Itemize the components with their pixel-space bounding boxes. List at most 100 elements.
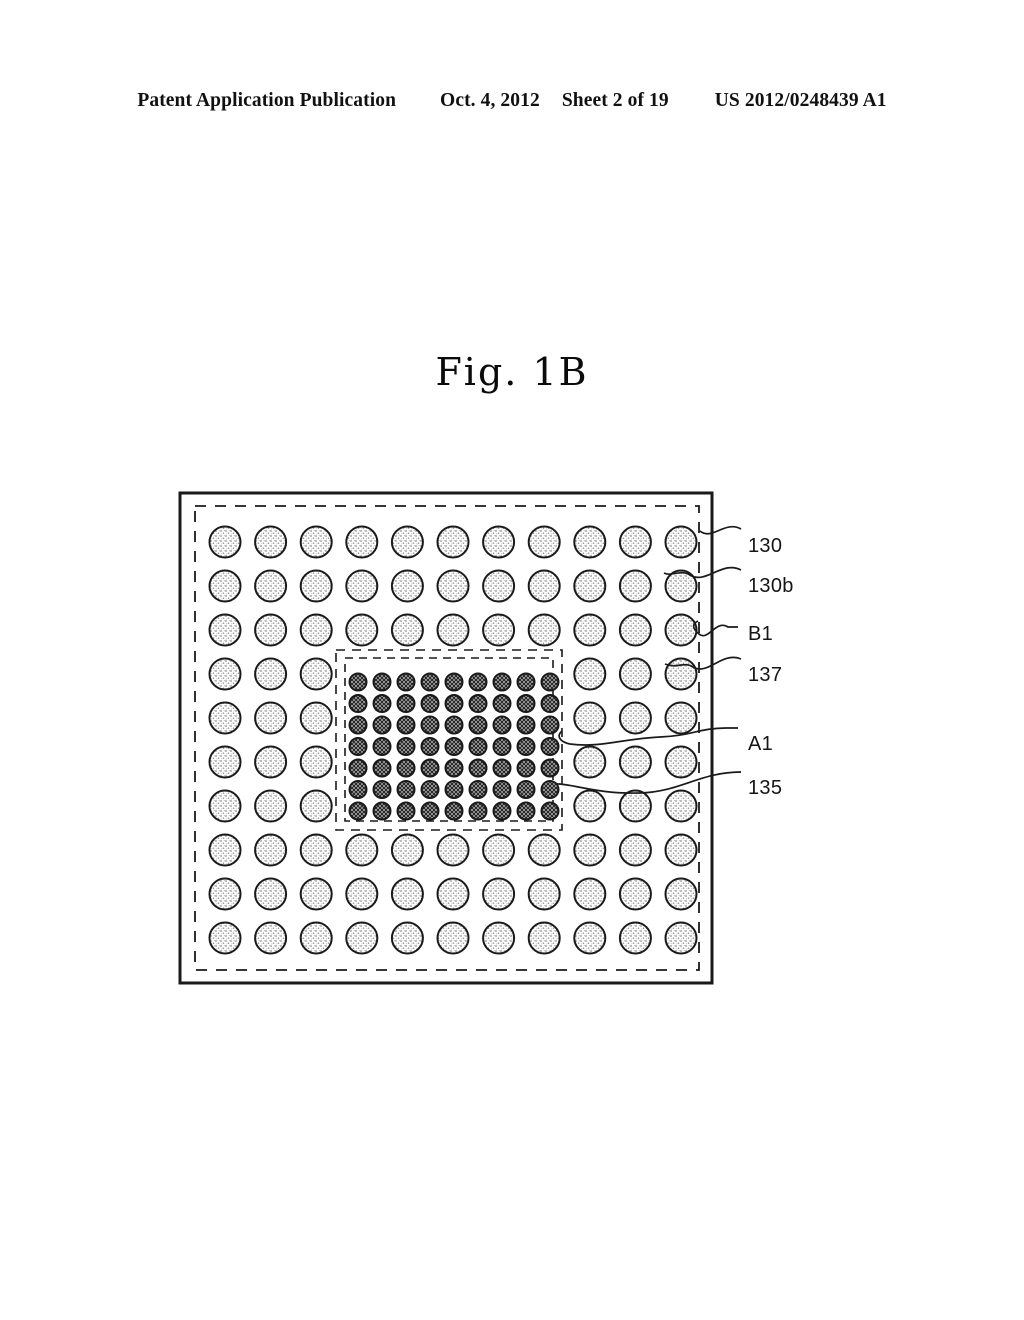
center-solder-ball <box>540 672 560 692</box>
center-solder-ball <box>396 801 416 821</box>
center-solder-ball <box>396 715 416 735</box>
peripheral-solder-ball <box>208 877 242 911</box>
center-solder-ball <box>396 737 416 756</box>
peripheral-solder-ball <box>208 657 242 691</box>
peripheral-solder-ball <box>390 569 424 603</box>
center-solder-ball <box>468 801 488 821</box>
center-solder-ball <box>516 780 536 799</box>
center-solder-ball <box>468 737 488 756</box>
peripheral-solder-ball <box>345 833 379 867</box>
peripheral-solder-ball <box>208 701 242 735</box>
peripheral-solder-ball <box>436 921 470 955</box>
peripheral-solder-ball <box>208 745 242 779</box>
peripheral-solder-ball <box>436 833 470 867</box>
center-solder-ball <box>540 715 560 735</box>
peripheral-solder-ball <box>618 833 652 867</box>
center-solder-ball <box>396 780 416 799</box>
center-solder-ball <box>492 737 512 756</box>
center-solder-ball <box>372 715 392 735</box>
peripheral-solder-ball <box>390 613 424 647</box>
center-solder-ball <box>420 758 440 778</box>
center-solder-ball <box>420 694 440 713</box>
peripheral-solder-ball <box>664 745 698 779</box>
peripheral-solder-ball <box>299 657 333 691</box>
peripheral-solder-ball <box>573 745 607 779</box>
center-solder-ball <box>420 715 440 735</box>
peripheral-solder-ball <box>664 701 698 735</box>
peripheral-solder-ball <box>345 877 379 911</box>
center-solder-ball <box>492 780 512 799</box>
center-solder-ball <box>444 715 464 735</box>
peripheral-solder-ball <box>527 877 561 911</box>
center-solder-ball <box>492 672 512 692</box>
peripheral-solder-ball <box>618 789 652 823</box>
center-solder-ball <box>444 672 464 692</box>
peripheral-solder-ball <box>436 877 470 911</box>
center-solder-ball <box>492 758 512 778</box>
peripheral-solder-ball <box>299 921 333 955</box>
peripheral-solder-ball <box>299 877 333 911</box>
peripheral-solder-ball <box>299 745 333 779</box>
center-solder-ball <box>516 758 536 778</box>
peripheral-solder-ball <box>527 921 561 955</box>
peripheral-solder-ball <box>299 833 333 867</box>
peripheral-solder-ball <box>436 613 470 647</box>
center-solder-ball <box>348 715 368 735</box>
peripheral-solder-ball <box>254 833 288 867</box>
peripheral-solder-ball <box>299 789 333 823</box>
center-solder-ball <box>468 672 488 692</box>
center-solder-ball <box>348 672 368 692</box>
center-solder-ball <box>444 780 464 799</box>
peripheral-solder-ball <box>482 921 516 955</box>
peripheral-solder-ball <box>573 701 607 735</box>
center-solder-ball <box>348 780 368 799</box>
center-solder-ball <box>540 737 560 756</box>
peripheral-solder-ball <box>345 921 379 955</box>
center-solder-ball <box>348 801 368 821</box>
center-solder-ball <box>468 780 488 799</box>
center-solder-ball <box>468 758 488 778</box>
center-solder-ball <box>540 694 560 713</box>
peripheral-solder-ball <box>345 525 379 559</box>
peripheral-solder-ball <box>618 877 652 911</box>
center-solder-ball <box>468 694 488 713</box>
center-solder-ball <box>516 672 536 692</box>
peripheral-solder-ball <box>299 701 333 735</box>
peripheral-solder-ball <box>573 921 607 955</box>
center-solder-ball <box>372 780 392 799</box>
center-solder-ball <box>372 672 392 692</box>
peripheral-solder-ball <box>618 569 652 603</box>
reference-label-137: 137 <box>748 664 783 686</box>
center-solder-ball <box>492 801 512 821</box>
peripheral-solder-ball <box>482 833 516 867</box>
peripheral-solder-ball <box>573 657 607 691</box>
center-solder-ball <box>420 780 440 799</box>
peripheral-solder-ball <box>527 569 561 603</box>
peripheral-solder-ball <box>208 525 242 559</box>
peripheral-solder-ball <box>482 525 516 559</box>
peripheral-solder-ball <box>299 613 333 647</box>
figure-drawing <box>178 491 742 985</box>
peripheral-solder-ball <box>527 833 561 867</box>
center-solder-ball <box>444 737 464 756</box>
peripheral-solder-ball <box>345 569 379 603</box>
center-solder-ball <box>492 715 512 735</box>
center-solder-ball <box>372 737 392 756</box>
peripheral-solder-ball <box>254 657 288 691</box>
peripheral-solder-ball <box>664 789 698 823</box>
peripheral-solder-ball <box>208 789 242 823</box>
center-solder-ball <box>540 758 560 778</box>
peripheral-solder-ball <box>482 569 516 603</box>
peripheral-solder-ball <box>208 921 242 955</box>
peripheral-solder-ball <box>664 525 698 559</box>
peripheral-solder-ball <box>254 569 288 603</box>
peripheral-solder-ball <box>573 569 607 603</box>
center-solder-ball <box>516 694 536 713</box>
peripheral-solder-ball <box>618 525 652 559</box>
peripheral-solder-ball <box>618 701 652 735</box>
peripheral-solder-ball <box>664 921 698 955</box>
peripheral-solder-ball <box>664 613 698 647</box>
center-solder-ball <box>540 801 560 821</box>
peripheral-solder-ball <box>573 613 607 647</box>
peripheral-solder-ball <box>254 613 288 647</box>
